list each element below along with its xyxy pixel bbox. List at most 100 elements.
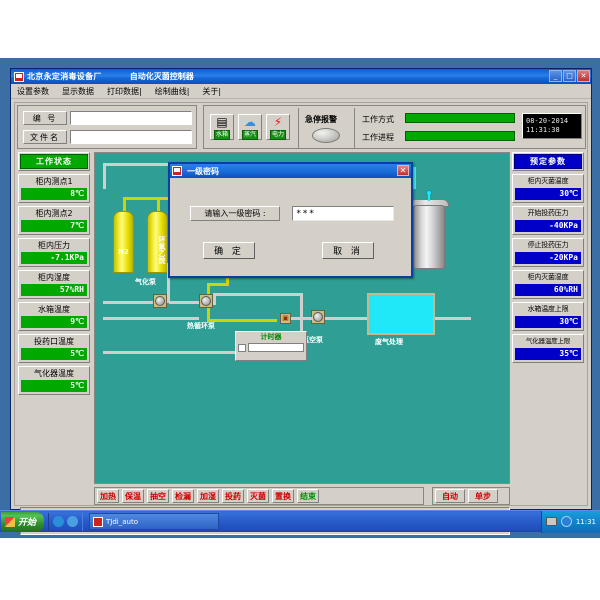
water-tank-button[interactable]: ▤ 水箱 [210, 114, 234, 140]
taskbar-item-label: TJdi_auto [106, 517, 138, 526]
status-card-pressure: 柜内压力 -7.1KPa [18, 238, 90, 267]
pipe-lower-1 [103, 317, 199, 320]
humidify-button[interactable]: 加湿 [197, 489, 219, 503]
status-value: 9℃ [20, 315, 88, 329]
taskbar-item-tjdi-auto[interactable]: TJdi_auto [89, 513, 220, 530]
sterilize-button[interactable]: 灭菌 [247, 489, 269, 503]
tray-clock[interactable]: 11:31 [576, 518, 596, 526]
vacuum-valve[interactable]: ▣ [280, 313, 291, 324]
dialog-app-icon [172, 166, 182, 176]
preset-header-card: 预定参数 [512, 152, 584, 171]
start-button-label: 开始 [18, 518, 37, 528]
window-title-left: 北京永定消毒设备厂 [27, 72, 102, 81]
pipe-exhaust-out [435, 317, 471, 320]
explorer-icon[interactable] [67, 516, 79, 527]
evacuate-button[interactable]: 抽空 [147, 489, 169, 503]
pipe-vaporizer-in [103, 301, 155, 304]
number-input[interactable] [70, 111, 192, 125]
minimize-button[interactable]: _ [549, 70, 562, 82]
dialog-titlebar[interactable]: 一级密码 ✕ [170, 164, 411, 178]
taskbar: 开始 TJdi_auto 11:31 [0, 510, 600, 533]
network-icon[interactable] [545, 517, 557, 526]
operation-group: ▤ 水箱 ☁ 蒸汽 ⚡ 电力 急停报警 工作方式 工作进程 08-20-2014… [203, 105, 586, 149]
timer-box: 计时器 [235, 331, 307, 361]
datetime-display: 08-20-2014 11:31:38 [522, 113, 582, 139]
window-controls: _ □ ✕ [549, 70, 590, 82]
password-prompt-label: 请输入一级密码 : [190, 206, 280, 221]
dialog-close-button[interactable]: ✕ [397, 165, 409, 176]
divider-2 [354, 108, 355, 148]
pipe-top-drop [103, 163, 106, 189]
menu-item-draw-curve[interactable]: 绘制曲线| [151, 85, 199, 98]
process-button-group: 加热 保温 抽空 检漏 加湿 投药 灭菌 置换 结束 [94, 487, 424, 505]
system-tray: 11:31 [540, 510, 600, 533]
finish-button[interactable]: 结束 [297, 489, 319, 503]
preset-title: 气化器温度上限 [525, 337, 571, 345]
status-title: 投药口温度 [34, 337, 74, 346]
maximize-button[interactable]: □ [563, 70, 576, 82]
preset-card-sterilize-temp: 柜内灭菌温度 30℃ [512, 174, 584, 203]
ok-button[interactable]: 确 定 [203, 242, 255, 259]
status-card-humidity: 柜内湿度 57%RH [18, 270, 90, 299]
window-titlebar[interactable]: 北京永定消毒设备厂 自动化灭菌控制器 _ □ ✕ [11, 69, 591, 84]
heat-circulation-pump-label: 热循环泵 [187, 322, 215, 330]
steam-caption: 蒸汽 [241, 130, 258, 140]
vaporizer-pump[interactable] [153, 294, 167, 308]
status-title: 气化器温度 [34, 369, 74, 378]
step-mode-button[interactable]: 单步 [468, 489, 498, 503]
status-card-point2: 柜内测点2 7℃ [18, 206, 90, 235]
number-label: 编 号 [23, 111, 67, 125]
timer-input[interactable] [248, 343, 304, 352]
pressure-tank [413, 205, 445, 269]
steam-icon: ☁ [244, 115, 256, 129]
power-button[interactable]: ⚡ 电力 [266, 114, 290, 140]
status-card-vaporizer-temp: 气化器温度 5℃ [18, 366, 90, 395]
menu-item-about[interactable]: 关于| [198, 85, 230, 98]
work-progress-indicator [405, 131, 515, 141]
password-input[interactable]: *** [292, 206, 394, 221]
preset-value: 30℃ [514, 187, 582, 201]
window-title-right: 自动化灭菌控制器 [129, 72, 194, 81]
timer-row [236, 343, 306, 354]
leak-test-button[interactable]: 检漏 [172, 489, 194, 503]
preset-title: 柜内灭菌湿度 [527, 273, 569, 281]
work-status-panel: 工作状态 柜内测点1 8℃ 柜内测点2 7℃ 柜内压力 -7.1KPa 柜内湿度… [18, 152, 90, 398]
date-text: 08-20-2014 [526, 117, 569, 125]
password-dialog: 一级密码 ✕ 请输入一级密码 : *** 确 定 取 消 [168, 162, 413, 278]
vacuum-pump[interactable] [311, 310, 325, 324]
timer-checkbox[interactable] [238, 343, 246, 352]
dosing-button[interactable]: 投药 [222, 489, 244, 503]
browser-icon[interactable] [53, 516, 65, 527]
status-card-point1: 柜内测点1 8℃ [18, 174, 90, 203]
menu-item-settings[interactable]: 设置参数 [13, 85, 58, 98]
cancel-button[interactable]: 取 消 [322, 242, 374, 259]
auto-mode-button[interactable]: 自动 [435, 489, 465, 503]
pipe-circ-riser [213, 293, 216, 305]
menu-item-show-data[interactable]: 显示数据 [58, 85, 103, 98]
status-title: 柜内测点2 [35, 209, 73, 218]
preset-header: 预定参数 [514, 154, 582, 169]
filename-input[interactable] [70, 130, 192, 144]
power-caption: 电力 [269, 130, 286, 140]
water-tank-icon: ▤ [216, 115, 228, 129]
application-window: 北京永定消毒设备厂 自动化灭菌控制器 _ □ ✕ 设置参数 显示数据 打印数据|… [10, 68, 592, 535]
heat-button[interactable]: 加热 [97, 489, 119, 503]
quick-launch-bar [48, 512, 84, 531]
emergency-stop-button[interactable] [312, 128, 340, 143]
eto-cylinder-label: 环氧乙烷 [158, 236, 166, 264]
hold-temp-button[interactable]: 保温 [122, 489, 144, 503]
steam-button[interactable]: ☁ 蒸汽 [238, 114, 262, 140]
menu-item-print-data[interactable]: 打印数据| [103, 85, 151, 98]
eto-cylinder: 环氧乙烷 [147, 211, 168, 273]
preset-card-water-temp-limit: 水箱温度上限 30℃ [512, 302, 584, 331]
dialog-title: 一级密码 [187, 166, 219, 176]
vaporizer-pump-label: 气化泵 [135, 278, 156, 286]
start-button[interactable]: 开始 [1, 511, 45, 532]
close-button[interactable]: ✕ [577, 70, 590, 82]
task-app-icon [93, 516, 104, 527]
status-card-water-temp: 水箱温度 9℃ [18, 302, 90, 331]
volume-icon[interactable] [560, 516, 572, 527]
replace-button[interactable]: 置换 [272, 489, 294, 503]
pipe-valve-to-pump [291, 317, 313, 320]
heat-circulation-pump[interactable] [199, 294, 213, 308]
